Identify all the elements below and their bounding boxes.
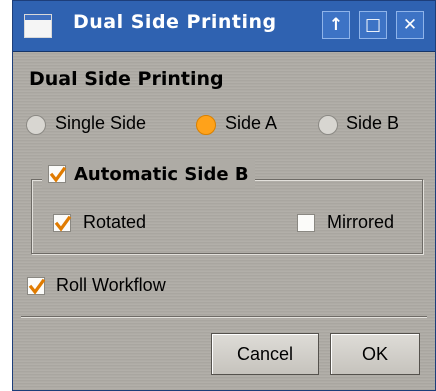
title-bar[interactable]: Dual Side Printing ↑ □ ✕ (13, 1, 435, 52)
automatic-side-b-label[interactable]: Automatic Side B (74, 164, 249, 185)
dual-side-printing-dialog: Dual Side Printing ↑ □ ✕ Dual Side Print… (12, 0, 436, 391)
checkmark-icon (49, 166, 67, 183)
radio-side-b-label[interactable]: Side B (346, 113, 399, 134)
up-arrow-icon: ↑ (328, 15, 344, 35)
radio-side-b[interactable] (318, 115, 338, 135)
window-icon (24, 14, 52, 38)
roll-workflow-label[interactable]: Roll Workflow (56, 275, 166, 296)
automatic-side-b-legend: Automatic Side B (42, 160, 255, 188)
close-button[interactable]: ✕ (396, 11, 424, 39)
section-heading: Dual Side Printing (29, 68, 224, 90)
window-title: Dual Side Printing (73, 11, 277, 33)
radio-single-side[interactable] (26, 115, 46, 135)
maximize-icon: □ (364, 15, 382, 35)
cancel-button[interactable]: Cancel (211, 333, 319, 375)
radio-single-side-label[interactable]: Single Side (55, 113, 146, 134)
separator (21, 316, 427, 318)
up-arrow-button[interactable]: ↑ (322, 11, 350, 39)
roll-workflow-checkbox[interactable] (27, 277, 46, 295)
radio-side-a-label[interactable]: Side A (225, 113, 277, 134)
radio-side-a[interactable] (196, 115, 216, 135)
checkmark-icon (28, 278, 46, 295)
close-icon: ✕ (402, 15, 418, 35)
checkmark-icon (54, 215, 72, 232)
dialog-body: Dual Side Printing Single Side Side A Si… (13, 52, 435, 390)
ok-button[interactable]: OK (330, 333, 420, 375)
mirrored-label[interactable]: Mirrored (327, 212, 394, 233)
rotated-checkbox[interactable] (53, 214, 72, 232)
mirrored-checkbox[interactable] (297, 214, 315, 232)
maximize-button[interactable]: □ (359, 11, 387, 39)
automatic-side-b-checkbox[interactable] (48, 165, 67, 183)
rotated-label[interactable]: Rotated (83, 212, 146, 233)
